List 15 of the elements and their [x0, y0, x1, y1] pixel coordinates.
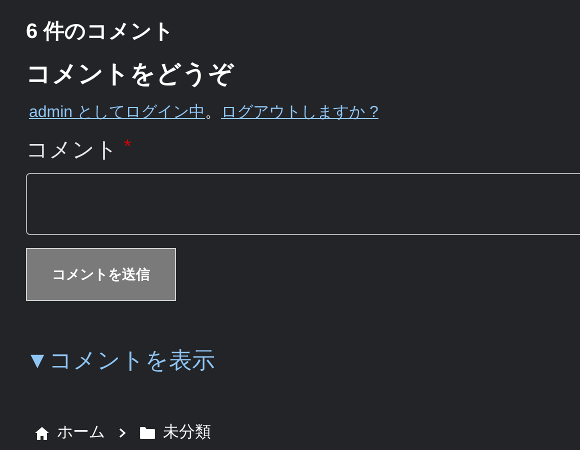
logged-in-link[interactable]: admin としてログイン中 — [29, 102, 206, 124]
reply-heading: コメントをどうぞ — [26, 59, 236, 90]
separator-text: 。 — [205, 103, 222, 123]
show-comments-link[interactable]: ▼コメントを表示 — [26, 345, 215, 375]
comment-label: コメント — [26, 136, 118, 164]
home-icon — [35, 426, 49, 440]
comment-field[interactable] — [26, 173, 580, 235]
chevron-icon — [119, 428, 126, 438]
folder-icon — [140, 427, 155, 439]
submit-button[interactable]: コメントを送信 — [26, 248, 176, 301]
required-mark: * — [124, 136, 132, 156]
logout-link[interactable]: ログアウトしますか ? — [221, 102, 378, 124]
breadcrumb-link[interactable]: ホーム — [57, 423, 105, 443]
comments-count-heading: 6 件のコメント — [26, 19, 176, 45]
breadcrumb-link[interactable]: 未分類 — [163, 423, 211, 443]
